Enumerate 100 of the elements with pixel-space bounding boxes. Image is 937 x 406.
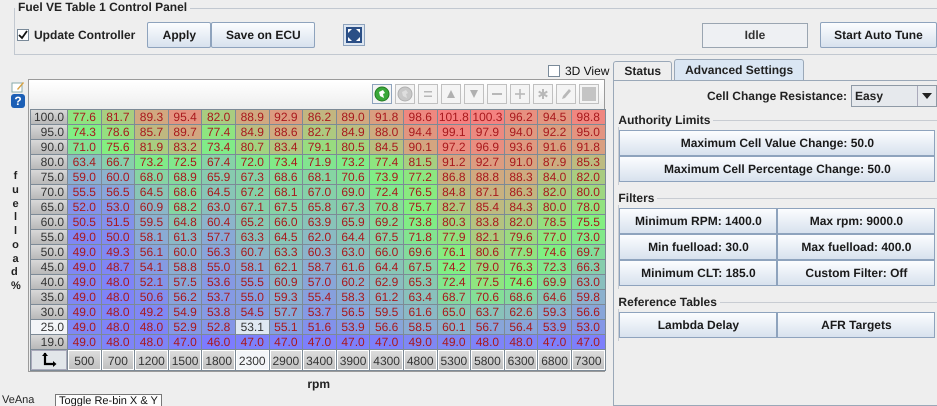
setting-button[interactable]: AFR Targets <box>777 312 936 338</box>
table-cell[interactable]: 53.0 <box>572 320 604 334</box>
column-header[interactable]: 1500 <box>168 350 202 370</box>
table-cell[interactable]: 85.4 <box>471 200 504 214</box>
resistance-dropdown[interactable]: Easy <box>851 85 937 107</box>
table-cell[interactable]: 82.7 <box>438 200 470 214</box>
table-cell[interactable]: 55.0 <box>236 290 269 304</box>
table-cell[interactable]: 63.4 <box>404 290 437 304</box>
table-cell[interactable]: 75.6 <box>102 140 134 154</box>
table-cell[interactable]: 55.4 <box>303 290 336 304</box>
table-cell[interactable]: 63.3 <box>236 230 269 244</box>
table-cell[interactable]: 73.2 <box>135 155 168 169</box>
table-cell[interactable]: 91.8 <box>370 110 403 124</box>
table-cell[interactable]: 86.3 <box>504 185 538 199</box>
table-cell[interactable]: 67.3 <box>336 200 370 214</box>
table-cell[interactable]: 61.2 <box>370 290 403 304</box>
table-cell[interactable]: 87.1 <box>471 185 504 199</box>
table-cell[interactable]: 91.6 <box>538 140 571 154</box>
table-cell[interactable]: 82.0 <box>538 185 571 199</box>
help-icon[interactable]: ? <box>11 94 25 108</box>
table-cell[interactable]: 83.4 <box>270 140 302 154</box>
table-cell[interactable]: 58.1 <box>236 260 269 274</box>
row-header[interactable]: 30.0 <box>31 305 67 319</box>
table-cell[interactable]: 60.9 <box>135 200 168 214</box>
table-cell[interactable]: 92.2 <box>538 125 571 139</box>
table-cell[interactable]: 73.4 <box>270 155 302 169</box>
table-cell[interactable]: 49.0 <box>68 245 101 259</box>
table-cell[interactable]: 58.5 <box>404 320 437 334</box>
table-cell[interactable]: 82.1 <box>471 230 504 244</box>
table-cell[interactable]: 49.0 <box>68 320 101 334</box>
table-cell[interactable]: 89.7 <box>168 125 202 139</box>
table-cell[interactable]: 90.1 <box>404 140 437 154</box>
table-cell[interactable]: 48.0 <box>102 335 134 349</box>
table-cell[interactable]: 85.3 <box>572 155 604 169</box>
table-cell[interactable]: 48.0 <box>102 305 134 319</box>
table-cell[interactable]: 64.5 <box>202 185 235 199</box>
setting-button[interactable]: Lambda Delay <box>619 312 778 338</box>
table-cell[interactable]: 47.0 <box>336 335 370 349</box>
table-cell[interactable]: 47.0 <box>538 335 571 349</box>
table-cell[interactable]: 88.3 <box>504 170 538 184</box>
table-cell[interactable]: 65.8 <box>303 200 336 214</box>
table-cell[interactable]: 56.6 <box>370 320 403 334</box>
column-header[interactable]: 1200 <box>135 350 168 370</box>
table-cell[interactable]: 66.0 <box>270 215 302 229</box>
table-cell[interactable]: 48.0 <box>102 290 134 304</box>
table-cell[interactable]: 82.0 <box>504 215 538 229</box>
table-cell[interactable]: 75.7 <box>404 200 437 214</box>
table-cell[interactable]: 72.4 <box>370 185 403 199</box>
row-header[interactable]: 60.0 <box>31 215 67 229</box>
table-cell[interactable]: 91.0 <box>504 155 538 169</box>
table-cell[interactable]: 81.5 <box>404 155 437 169</box>
row-header[interactable]: 90.0 <box>31 140 67 154</box>
table-cell[interactable]: 49.0 <box>438 335 470 349</box>
table-cell[interactable]: 64.5 <box>270 230 302 244</box>
table-cell[interactable]: 58.1 <box>135 230 168 244</box>
table-cell[interactable]: 66.7 <box>102 155 134 169</box>
table-cell[interactable]: 58.7 <box>303 260 336 274</box>
table-cell[interactable]: 53.6 <box>202 275 235 289</box>
table-cell[interactable]: 88.8 <box>471 170 504 184</box>
table-cell[interactable]: 52.1 <box>135 275 168 289</box>
table-cell[interactable]: 49.0 <box>68 305 101 319</box>
table-cell[interactable]: 72.5 <box>168 155 202 169</box>
table-cell[interactable]: 60.9 <box>270 275 302 289</box>
table-cell[interactable]: 68.6 <box>270 170 302 184</box>
table-cell[interactable]: 70.8 <box>370 200 403 214</box>
table-cell[interactable]: 80.0 <box>538 200 571 214</box>
table-cell[interactable]: 67.5 <box>370 230 403 244</box>
table-cell[interactable]: 62.9 <box>370 275 403 289</box>
table-cell[interactable]: 69.2 <box>370 215 403 229</box>
table-cell[interactable]: 60.0 <box>102 170 134 184</box>
table-cell[interactable]: 69.6 <box>404 245 437 259</box>
table-cell[interactable]: 65.9 <box>202 170 235 184</box>
table-cell[interactable]: 54.1 <box>135 260 168 274</box>
table-cell[interactable]: 46.0 <box>202 335 235 349</box>
table-cell[interactable]: 95.0 <box>572 125 604 139</box>
table-cell[interactable]: 78.6 <box>102 125 134 139</box>
table-cell[interactable]: 68.2 <box>168 200 202 214</box>
table-cell[interactable]: 49.2 <box>135 305 168 319</box>
table-cell[interactable]: 67.2 <box>236 185 269 199</box>
tab[interactable]: Status <box>613 61 672 80</box>
table-cell[interactable]: 76.5 <box>404 185 437 199</box>
table-cell[interactable]: 55.1 <box>270 320 302 334</box>
table-cell[interactable]: 99.1 <box>438 125 470 139</box>
table-cell[interactable]: 78.0 <box>572 200 604 214</box>
table-cell[interactable]: 65.0 <box>438 305 470 319</box>
toolbar-button[interactable] <box>372 84 392 104</box>
table-cell[interactable]: 72.4 <box>438 275 470 289</box>
table-cell[interactable]: 58.8 <box>168 260 202 274</box>
table-cell[interactable]: 86.8 <box>438 170 470 184</box>
table-cell[interactable]: 49.0 <box>68 230 101 244</box>
table-cell[interactable]: 81.9 <box>135 140 168 154</box>
table-cell[interactable]: 53.1 <box>236 320 269 334</box>
table-cell[interactable]: 83.8 <box>471 215 504 229</box>
column-header[interactable]: 700 <box>102 350 134 370</box>
table-cell[interactable]: 56.4 <box>504 320 538 334</box>
column-header[interactable]: 6300 <box>504 350 538 370</box>
table-cell[interactable]: 68.6 <box>504 290 538 304</box>
table-cell[interactable]: 61.6 <box>404 305 437 319</box>
table-cell[interactable]: 48.0 <box>471 335 504 349</box>
table-cell[interactable]: 56.2 <box>168 290 202 304</box>
